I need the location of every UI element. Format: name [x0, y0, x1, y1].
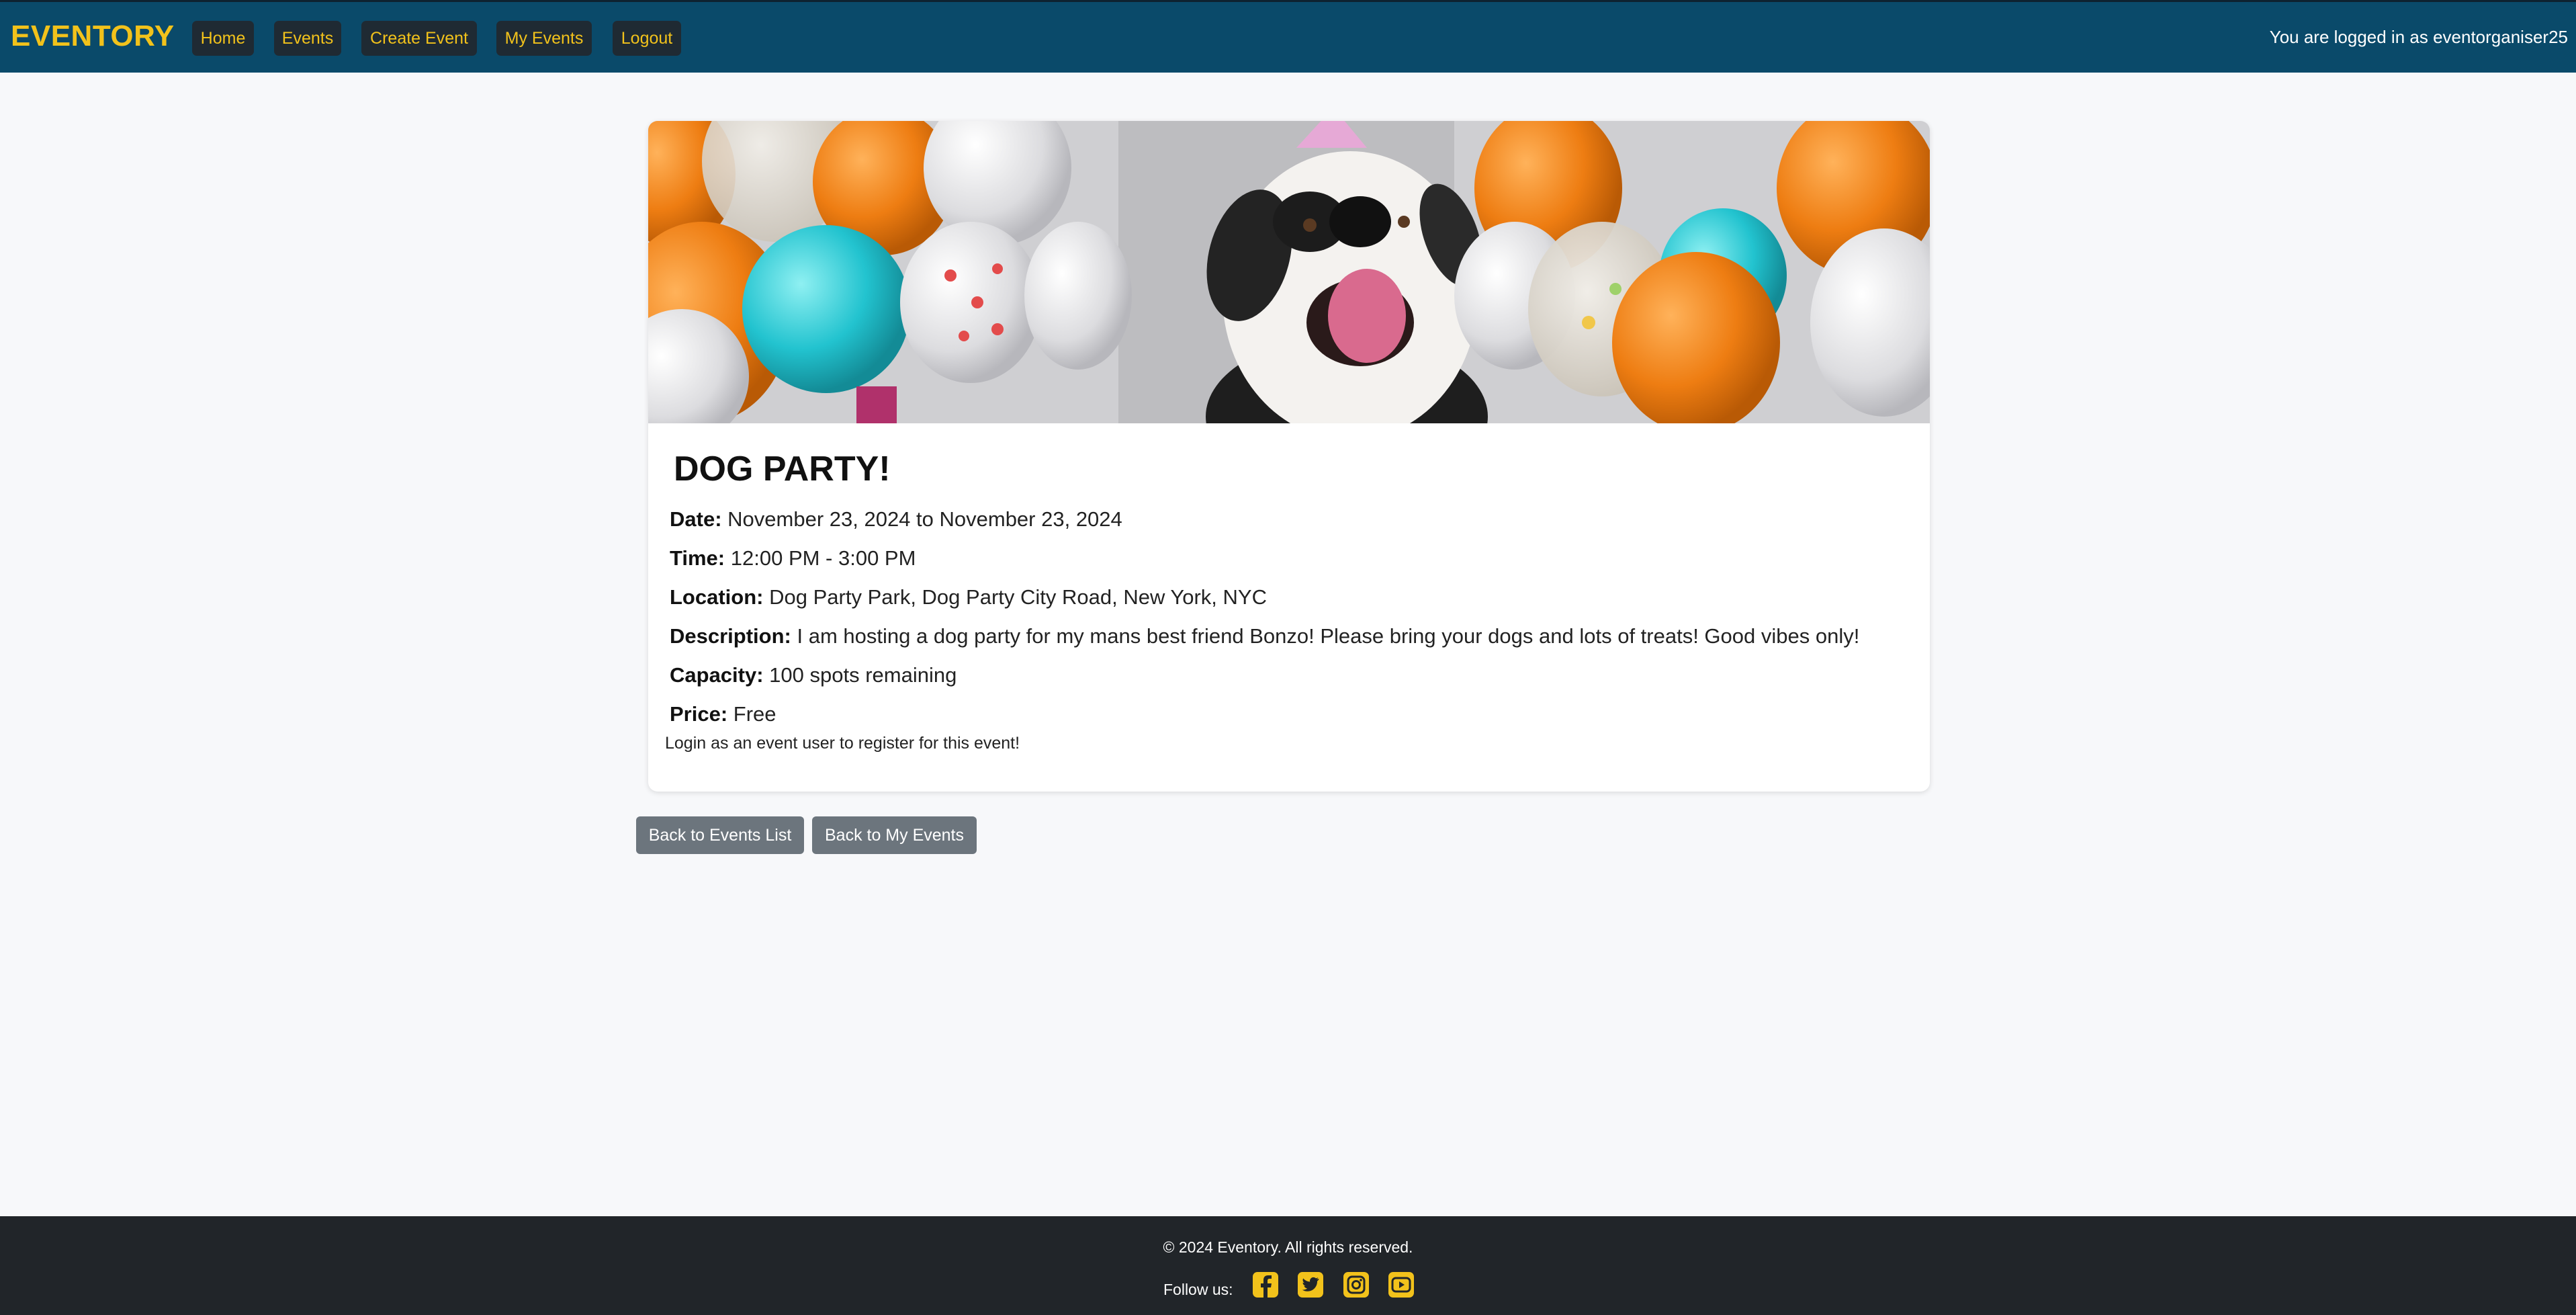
register-note: Login as an event user to register for t… — [665, 734, 1020, 753]
login-status-text: You are logged in as eventorganiser25 — [2269, 27, 2568, 47]
price-value: Free — [733, 702, 776, 726]
event-date-row: Date: November 23, 2024 to November 23, … — [670, 507, 1122, 532]
price-label: Price: — [670, 702, 728, 726]
nav-logout-button[interactable]: Logout — [613, 21, 681, 56]
description-value: I am hosting a dog party for my mans bes… — [797, 624, 1860, 648]
facebook-icon[interactable] — [1251, 1270, 1280, 1300]
location-label: Location: — [670, 585, 764, 609]
brand-logo[interactable]: EVENTORY — [11, 19, 175, 53]
description-label: Description: — [670, 624, 791, 648]
nav-events-button[interactable]: Events — [274, 21, 341, 56]
event-time-row: Time: 12:00 PM - 3:00 PM — [670, 546, 916, 570]
capacity-label: Capacity: — [670, 663, 764, 687]
youtube-icon[interactable] — [1386, 1270, 1416, 1300]
event-capacity-row: Capacity: 100 spots remaining — [670, 663, 957, 687]
time-value: 12:00 PM - 3:00 PM — [730, 546, 916, 570]
back-to-events-list-button[interactable]: Back to Events List — [636, 816, 804, 854]
date-value: November 23, 2024 to November 23, 2024 — [727, 507, 1122, 531]
follow-us-label: Follow us: — [1163, 1281, 1233, 1298]
back-to-my-events-button[interactable]: Back to My Events — [812, 816, 977, 854]
capacity-value: 100 spots remaining — [769, 663, 957, 687]
event-title: DOG PARTY! — [674, 450, 891, 489]
top-navbar: EVENTORY Home Events Create Event My Eve… — [0, 0, 2576, 73]
nav-my-events-button[interactable]: My Events — [496, 21, 592, 56]
event-description-row: Description: I am hosting a dog party fo… — [670, 624, 1859, 648]
footer: © 2024 Eventory. All rights reserved. Fo… — [0, 1216, 2576, 1315]
location-value: Dog Party Park, Dog Party City Road, New… — [769, 585, 1267, 609]
nav-create-event-button[interactable]: Create Event — [361, 21, 477, 56]
time-label: Time: — [670, 546, 725, 570]
event-location-row: Location: Dog Party Park, Dog Party City… — [670, 585, 1267, 609]
event-price-row: Price: Free — [670, 702, 776, 726]
event-banner-image — [648, 121, 1930, 423]
date-label: Date: — [670, 507, 722, 531]
copyright-text: © 2024 Eventory. All rights reserved. — [1163, 1238, 1413, 1256]
nav-home-button[interactable]: Home — [192, 21, 254, 56]
twitter-icon[interactable] — [1296, 1270, 1325, 1300]
instagram-icon[interactable] — [1341, 1270, 1371, 1300]
event-detail-card: DOG PARTY! Date: November 23, 2024 to No… — [648, 121, 1930, 792]
